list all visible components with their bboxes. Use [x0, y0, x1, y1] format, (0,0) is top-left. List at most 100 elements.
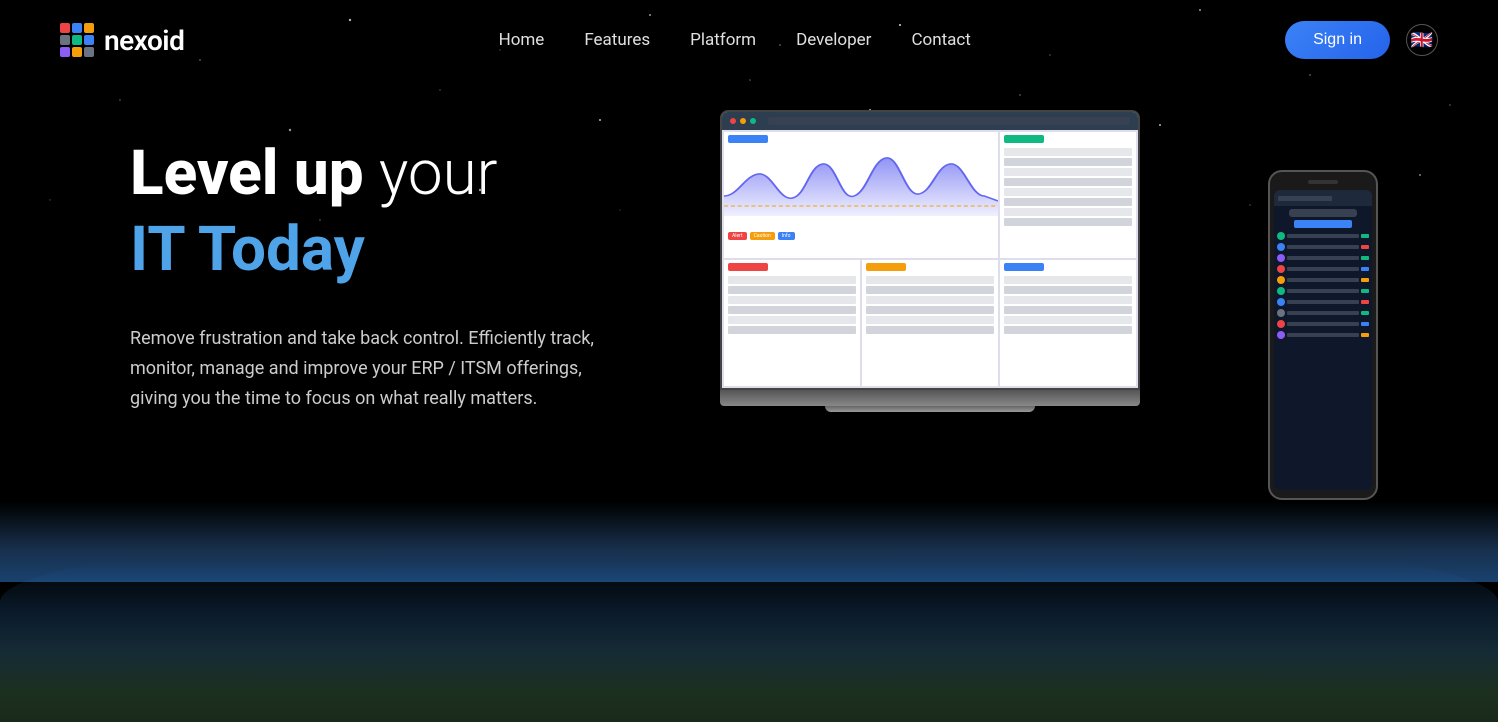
- list-row: [1004, 198, 1132, 206]
- panel-badge-list: [1004, 135, 1044, 143]
- phone-status: [1361, 234, 1369, 238]
- phone-avatar: [1277, 265, 1285, 273]
- chart-alerts: Alert Caution Info: [724, 230, 998, 242]
- hero-title-bold: Level up: [130, 137, 364, 210]
- phone-mockup: [1268, 170, 1378, 500]
- phone-line: [1287, 333, 1359, 337]
- phone-avatar: [1277, 309, 1285, 317]
- sign-in-button[interactable]: Sign in: [1285, 21, 1390, 59]
- language-selector[interactable]: 🇬🇧: [1406, 24, 1438, 56]
- list-row: [728, 326, 856, 334]
- laptop-screen: Alert Caution Info: [720, 110, 1140, 390]
- list-row: [1004, 286, 1132, 294]
- phone-line: [1287, 289, 1359, 293]
- nav-platform[interactable]: Platform: [690, 30, 756, 50]
- list-panel-bottom-right: [1000, 260, 1136, 386]
- list-panel-bottom-left: [724, 260, 860, 386]
- logo-icon: [60, 23, 94, 57]
- list-row: [1004, 316, 1132, 324]
- laptop-mockup: Alert Caution Info: [720, 110, 1140, 412]
- phone-notch: [1308, 180, 1338, 184]
- phone-avatar: [1277, 254, 1285, 262]
- hero-description: Remove frustration and take back control…: [130, 324, 630, 413]
- list-row: [728, 316, 856, 324]
- logo-dot-6: [60, 47, 70, 57]
- phone-list-item: [1277, 331, 1369, 339]
- list-row: [1004, 306, 1132, 314]
- phone-line: [1287, 245, 1359, 249]
- phone-list-item: [1277, 309, 1369, 317]
- logo-dot-8: [84, 47, 94, 57]
- phone-list-item: [1277, 276, 1369, 284]
- hero-title-line1: Level up your: [130, 140, 630, 208]
- list-row: [866, 326, 994, 334]
- phone-screen: [1274, 190, 1372, 490]
- list-row: [1004, 148, 1132, 156]
- phone-status: [1361, 311, 1369, 315]
- phone-status: [1361, 322, 1369, 326]
- logo-dot-0: [60, 23, 70, 33]
- screen-content: Alert Caution Info: [722, 130, 1138, 388]
- logo-dot-4: [72, 35, 82, 45]
- logo-dot-2: [84, 23, 94, 33]
- nav-features[interactable]: Features: [584, 30, 650, 50]
- list-row: [728, 276, 856, 284]
- list-panel-bottom-mid: [862, 260, 998, 386]
- phone-status: [1361, 300, 1369, 304]
- traffic-light-red: [730, 118, 736, 124]
- hero-title-light: your: [364, 137, 498, 210]
- list-row: [866, 296, 994, 304]
- list-row: [866, 276, 994, 284]
- panel-badge-alert: [728, 263, 768, 271]
- chart-svg: [724, 146, 998, 226]
- logo[interactable]: nexoid: [60, 23, 184, 57]
- nav-contact[interactable]: Contact: [911, 30, 970, 50]
- phone-line: [1287, 311, 1359, 315]
- list-row: [1004, 326, 1132, 334]
- alert-badge-blue: Info: [778, 232, 795, 240]
- nav-developer[interactable]: Developer: [796, 30, 871, 50]
- nav-home[interactable]: Home: [499, 30, 545, 50]
- list-row: [1004, 218, 1132, 226]
- list-row: [1004, 208, 1132, 216]
- phone-line: [1287, 267, 1359, 271]
- screen-topbar: [722, 112, 1138, 130]
- phone-line: [1287, 234, 1359, 238]
- alert-badge-red: Alert: [728, 232, 747, 240]
- list-row: [728, 306, 856, 314]
- traffic-light-green: [750, 118, 756, 124]
- phone-avatar: [1277, 320, 1285, 328]
- phone-status: [1361, 333, 1369, 337]
- phone-line: [1287, 256, 1359, 260]
- phone-avatar: [1277, 276, 1285, 284]
- phone-line: [1287, 322, 1359, 326]
- phone-avatar: [1277, 287, 1285, 295]
- hero-title-line2: IT Today: [130, 216, 630, 284]
- phone-list-item: [1277, 243, 1369, 251]
- phone-list-item: [1277, 232, 1369, 240]
- list-row: [1004, 158, 1132, 166]
- phone-list-item: [1277, 287, 1369, 295]
- phone-list: [1274, 230, 1372, 344]
- hero-devices: Alert Caution Info: [690, 110, 1398, 590]
- list-row: [1004, 188, 1132, 196]
- phone-avatar: [1277, 298, 1285, 306]
- list-row: [1004, 276, 1132, 284]
- navbar: nexoid Home Features Platform Developer …: [0, 0, 1498, 80]
- hero-section: Level up your IT Today Remove frustratio…: [0, 80, 1498, 590]
- panel-badge-info: [1004, 263, 1044, 271]
- phone-topbar: [1274, 190, 1372, 206]
- url-bar: [768, 117, 1130, 125]
- list-panel-top: [1000, 132, 1136, 258]
- list-row: [866, 306, 994, 314]
- panel-badge-warn: [866, 263, 906, 271]
- list-row: [1004, 178, 1132, 186]
- phone-line: [1287, 300, 1359, 304]
- alert-badge-orange: Caution: [750, 232, 775, 240]
- nav-right: Sign in 🇬🇧: [1285, 21, 1438, 59]
- list-row: [1004, 296, 1132, 304]
- logo-dot-7: [72, 47, 82, 57]
- logo-dot-3: [60, 35, 70, 45]
- phone-status: [1361, 256, 1369, 260]
- list-row: [728, 286, 856, 294]
